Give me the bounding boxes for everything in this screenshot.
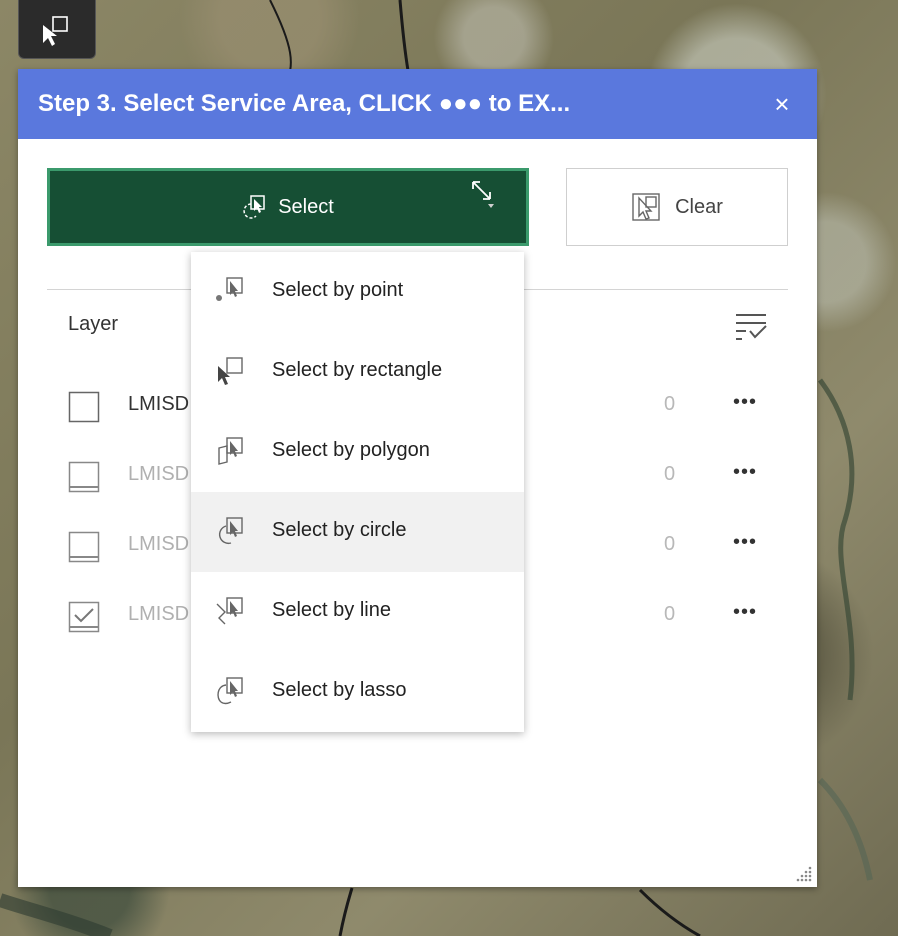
select-circle-icon	[243, 195, 265, 219]
select-by-line-option[interactable]: Select by line	[191, 572, 524, 652]
select-polygon-icon	[218, 437, 243, 465]
select-button-label: Select	[278, 195, 334, 218]
layer-more-options-button[interactable]: •••	[733, 531, 757, 554]
layer-selected-count: 0	[664, 533, 676, 555]
filter-options-icon[interactable]	[734, 309, 768, 343]
select-rectangle-icon	[218, 357, 243, 385]
select-point-icon	[216, 277, 243, 301]
select-lasso-icon	[217, 677, 243, 705]
layer-name: LMISD	[128, 393, 190, 415]
select-by-rectangle-option[interactable]: Select by rectangle	[191, 332, 524, 412]
option-label: Select by point	[272, 279, 404, 301]
layer-selected-count: 0	[664, 463, 676, 485]
layer-checkbox[interactable]	[68, 531, 100, 563]
select-circle-icon	[218, 517, 243, 545]
select-by-polygon-option[interactable]: Select by polygon	[191, 412, 524, 492]
option-label: Select by lasso	[272, 679, 407, 701]
option-label: Select by rectangle	[272, 359, 443, 381]
option-label: Select by polygon	[272, 439, 430, 461]
selection-toolbar: Select Clear	[18, 168, 817, 248]
layer-more-options-button[interactable]: •••	[733, 391, 757, 414]
layer-column-header: Layer	[68, 313, 119, 335]
select-button[interactable]: Select	[47, 168, 529, 246]
select-tool-icon	[43, 16, 68, 46]
map-select-tool-button[interactable]	[18, 0, 96, 59]
layer-checkbox[interactable]	[68, 461, 100, 493]
layer-name: LMISD	[128, 533, 190, 555]
expand-arrow-icon	[472, 181, 494, 208]
layer-selected-count: 0	[664, 393, 676, 415]
resize-grip-icon[interactable]	[795, 865, 813, 883]
clear-button-label: Clear	[675, 195, 723, 218]
option-label: Select by circle	[272, 519, 407, 541]
select-by-circle-option[interactable]: Select by circle	[191, 492, 524, 572]
layer-more-options-button[interactable]: •••	[733, 601, 757, 624]
layer-checkbox[interactable]	[68, 391, 100, 423]
clear-button[interactable]: Clear	[566, 168, 788, 246]
panel-header: Step 3. Select Service Area, CLICK ●●● t…	[18, 69, 817, 139]
select-by-point-option[interactable]: Select by point	[191, 252, 524, 332]
layer-selected-count: 0	[664, 603, 676, 625]
layer-name: LMISD	[128, 603, 190, 625]
select-mode-dropdown: Select by point Select by rectangle Sele…	[191, 252, 524, 732]
select-line-icon	[216, 597, 243, 625]
select-by-lasso-option[interactable]: Select by lasso	[191, 652, 524, 732]
panel-title: Step 3. Select Service Area, CLICK ●●● t…	[38, 90, 571, 117]
layer-name: LMISD	[128, 463, 190, 485]
close-button[interactable]: ×	[767, 89, 797, 120]
option-label: Select by line	[272, 599, 391, 621]
layer-checkbox-checked[interactable]	[68, 601, 100, 633]
clear-selection-icon	[632, 193, 660, 221]
layer-more-options-button[interactable]: •••	[733, 461, 757, 484]
